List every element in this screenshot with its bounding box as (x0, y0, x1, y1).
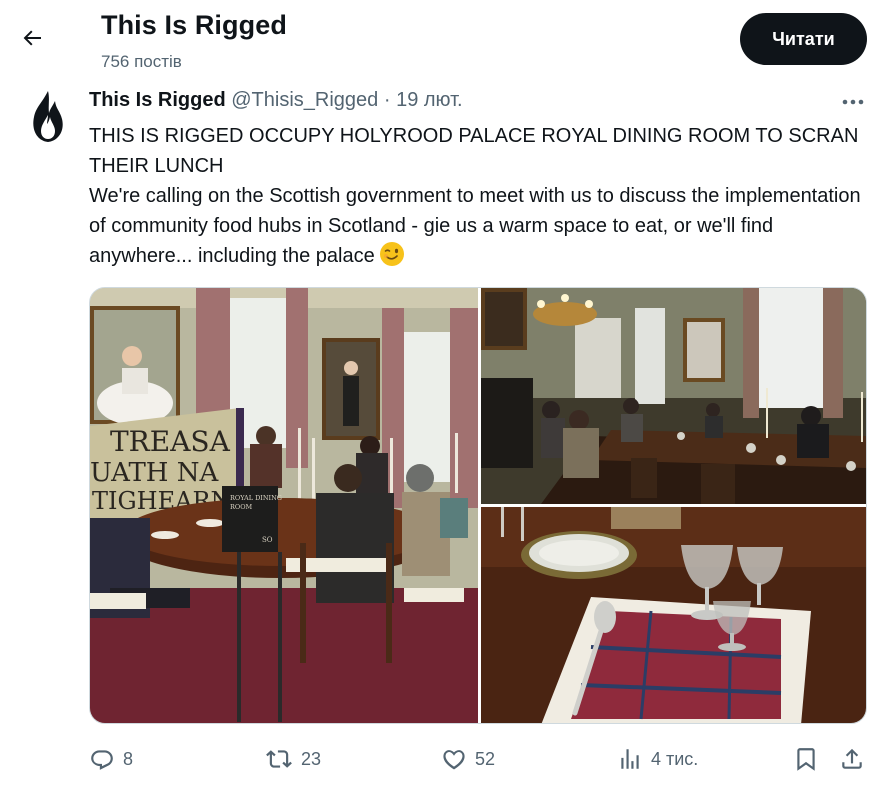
separator: · (383, 89, 391, 111)
tweet-text: THIS IS RIGGED OCCUPY HOLYROOD PALACE RO… (89, 121, 869, 271)
tweet-header: This Is Rigged @Thisis_Rigged · 19 лют. (89, 89, 463, 112)
like-icon (443, 750, 465, 770)
like-count: 52 (475, 748, 496, 769)
tweet-date[interactable]: 19 лют. (396, 89, 463, 111)
bookmark-icon (797, 748, 815, 771)
photo-dining-room-occupation[interactable]: TREASA UATH NA TIGHEARN ROYAL DINING ROO… (90, 288, 478, 723)
media-grid[interactable]: TREASA UATH NA TIGHEARN ROYAL DINING ROO… (89, 287, 867, 724)
fire-logo-icon (33, 91, 63, 142)
back-arrow-icon (23, 30, 41, 46)
more-dots-icon (842, 99, 864, 105)
reply-icon (91, 750, 113, 770)
avatar[interactable] (24, 88, 72, 146)
views-icon (621, 749, 639, 769)
profile-title: This Is Rigged (101, 10, 287, 40)
photo-place-setting[interactable] (481, 507, 866, 723)
retweet-count: 23 (301, 748, 322, 769)
sign-text-line-1: ROYAL DINING (230, 494, 282, 502)
sign-text-line-3: SO (262, 536, 273, 544)
author-name[interactable]: This Is Rigged (89, 89, 226, 111)
banner-text-line-1: TREASA (110, 425, 231, 458)
retweet-button[interactable]: 23 (265, 742, 321, 776)
back-button[interactable] (14, 20, 50, 56)
tweet-actions: 8 23 52 4 тис. (89, 742, 869, 776)
reply-button[interactable]: 8 (89, 742, 133, 776)
share-button[interactable] (839, 742, 865, 776)
retweet-icon (266, 750, 292, 768)
bookmark-button[interactable] (793, 742, 819, 776)
follow-button[interactable]: Читати (740, 13, 867, 65)
author-handle[interactable]: @Thisis_Rigged (231, 89, 378, 111)
tweet-text-headline: THIS IS RIGGED OCCUPY HOLYROOD PALACE RO… (89, 125, 859, 177)
like-button[interactable]: 52 (441, 742, 495, 776)
profile-header: This Is Rigged 756 постів Читати (0, 0, 892, 80)
tweet-text-body: We're calling on the Scottish government… (89, 185, 861, 267)
sign-text-line-2: ROOM (230, 503, 253, 511)
view-count: 4 тис. (651, 748, 699, 769)
reply-count: 8 (123, 748, 134, 769)
winking-face-icon (379, 242, 404, 266)
share-icon (842, 748, 862, 769)
banner-text-line-2: UATH NA (90, 458, 219, 488)
post-count: 756 постів (101, 52, 182, 71)
photo-long-dining-table[interactable] (481, 288, 866, 504)
views-button[interactable]: 4 тис. (617, 742, 698, 776)
more-button[interactable] (838, 92, 868, 112)
